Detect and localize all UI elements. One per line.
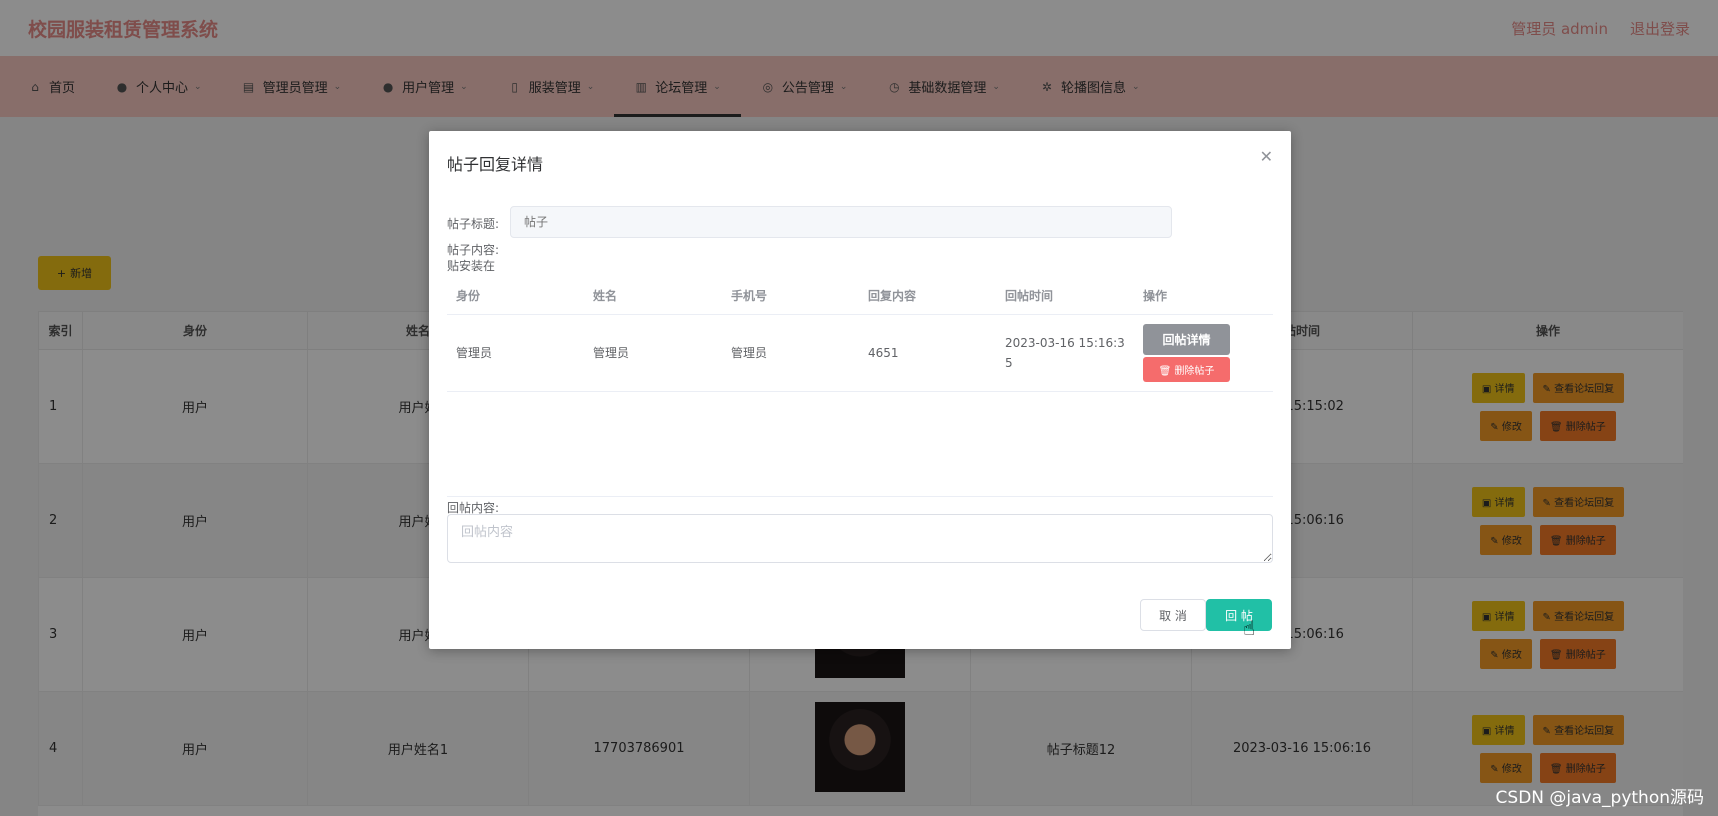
reply-header-row: 身份 姓名 手机号 回复内容 回帖时间 操作 [447,277,1273,315]
trash-icon: 🗑 [1158,365,1175,377]
reply-role: 管理员 [447,314,584,392]
reply-column-header: 回帖时间 [996,277,1134,315]
reply-phone: 管理员 [722,314,859,392]
post-title-label: 帖子标题: [447,217,500,231]
reply-table: 身份 姓名 手机号 回复内容 回帖时间 操作 管理员 管理员 管理员 4651 … [447,277,1273,392]
watermark: CSDN @java_python源码 [1495,788,1704,808]
delete-reply-label: 删除帖子 [1174,365,1215,377]
post-title-input[interactable] [510,206,1172,238]
delete-reply-button[interactable]: 🗑 删除帖子 [1143,356,1230,382]
submit-reply-button[interactable]: 回 帖 [1206,599,1272,631]
post-content-label: 帖子内容: [447,243,500,257]
reply-time: 2023-03-16 15:16:35 [996,314,1134,392]
reply-detail-dialog: 帖子回复详情 ✕ 帖子标题: 帖子内容: 贴安装在 身份 姓名 手机号 回复内容… [429,131,1291,649]
cancel-button[interactable]: 取 消 [1140,599,1206,631]
reply-detail-button[interactable]: 回帖详情 [1143,323,1230,355]
post-content-text: 贴安装在 [447,259,496,273]
reply-row: 管理员 管理员 管理员 4651 2023-03-16 15:16:35 回帖详… [447,314,1273,392]
reply-column-header: 回复内容 [859,277,996,315]
reply-ops: 回帖详情 🗑 删除帖子 [1134,314,1273,392]
dialog-title: 帖子回复详情 [447,155,544,174]
divider [447,496,1273,497]
reply-column-header: 操作 [1134,277,1273,315]
hand-cursor-icon: ☝ [1243,616,1256,640]
reply-column-header: 手机号 [722,277,859,315]
reply-column-header: 姓名 [584,277,722,315]
reply-time-text: 2023-03-16 15:16:35 [1005,335,1125,370]
reply-content: 4651 [859,314,996,392]
close-icon[interactable]: ✕ [1260,147,1273,166]
reply-name: 管理员 [584,314,722,392]
reply-column-header: 身份 [447,277,584,315]
reply-content-textarea[interactable] [447,514,1273,563]
